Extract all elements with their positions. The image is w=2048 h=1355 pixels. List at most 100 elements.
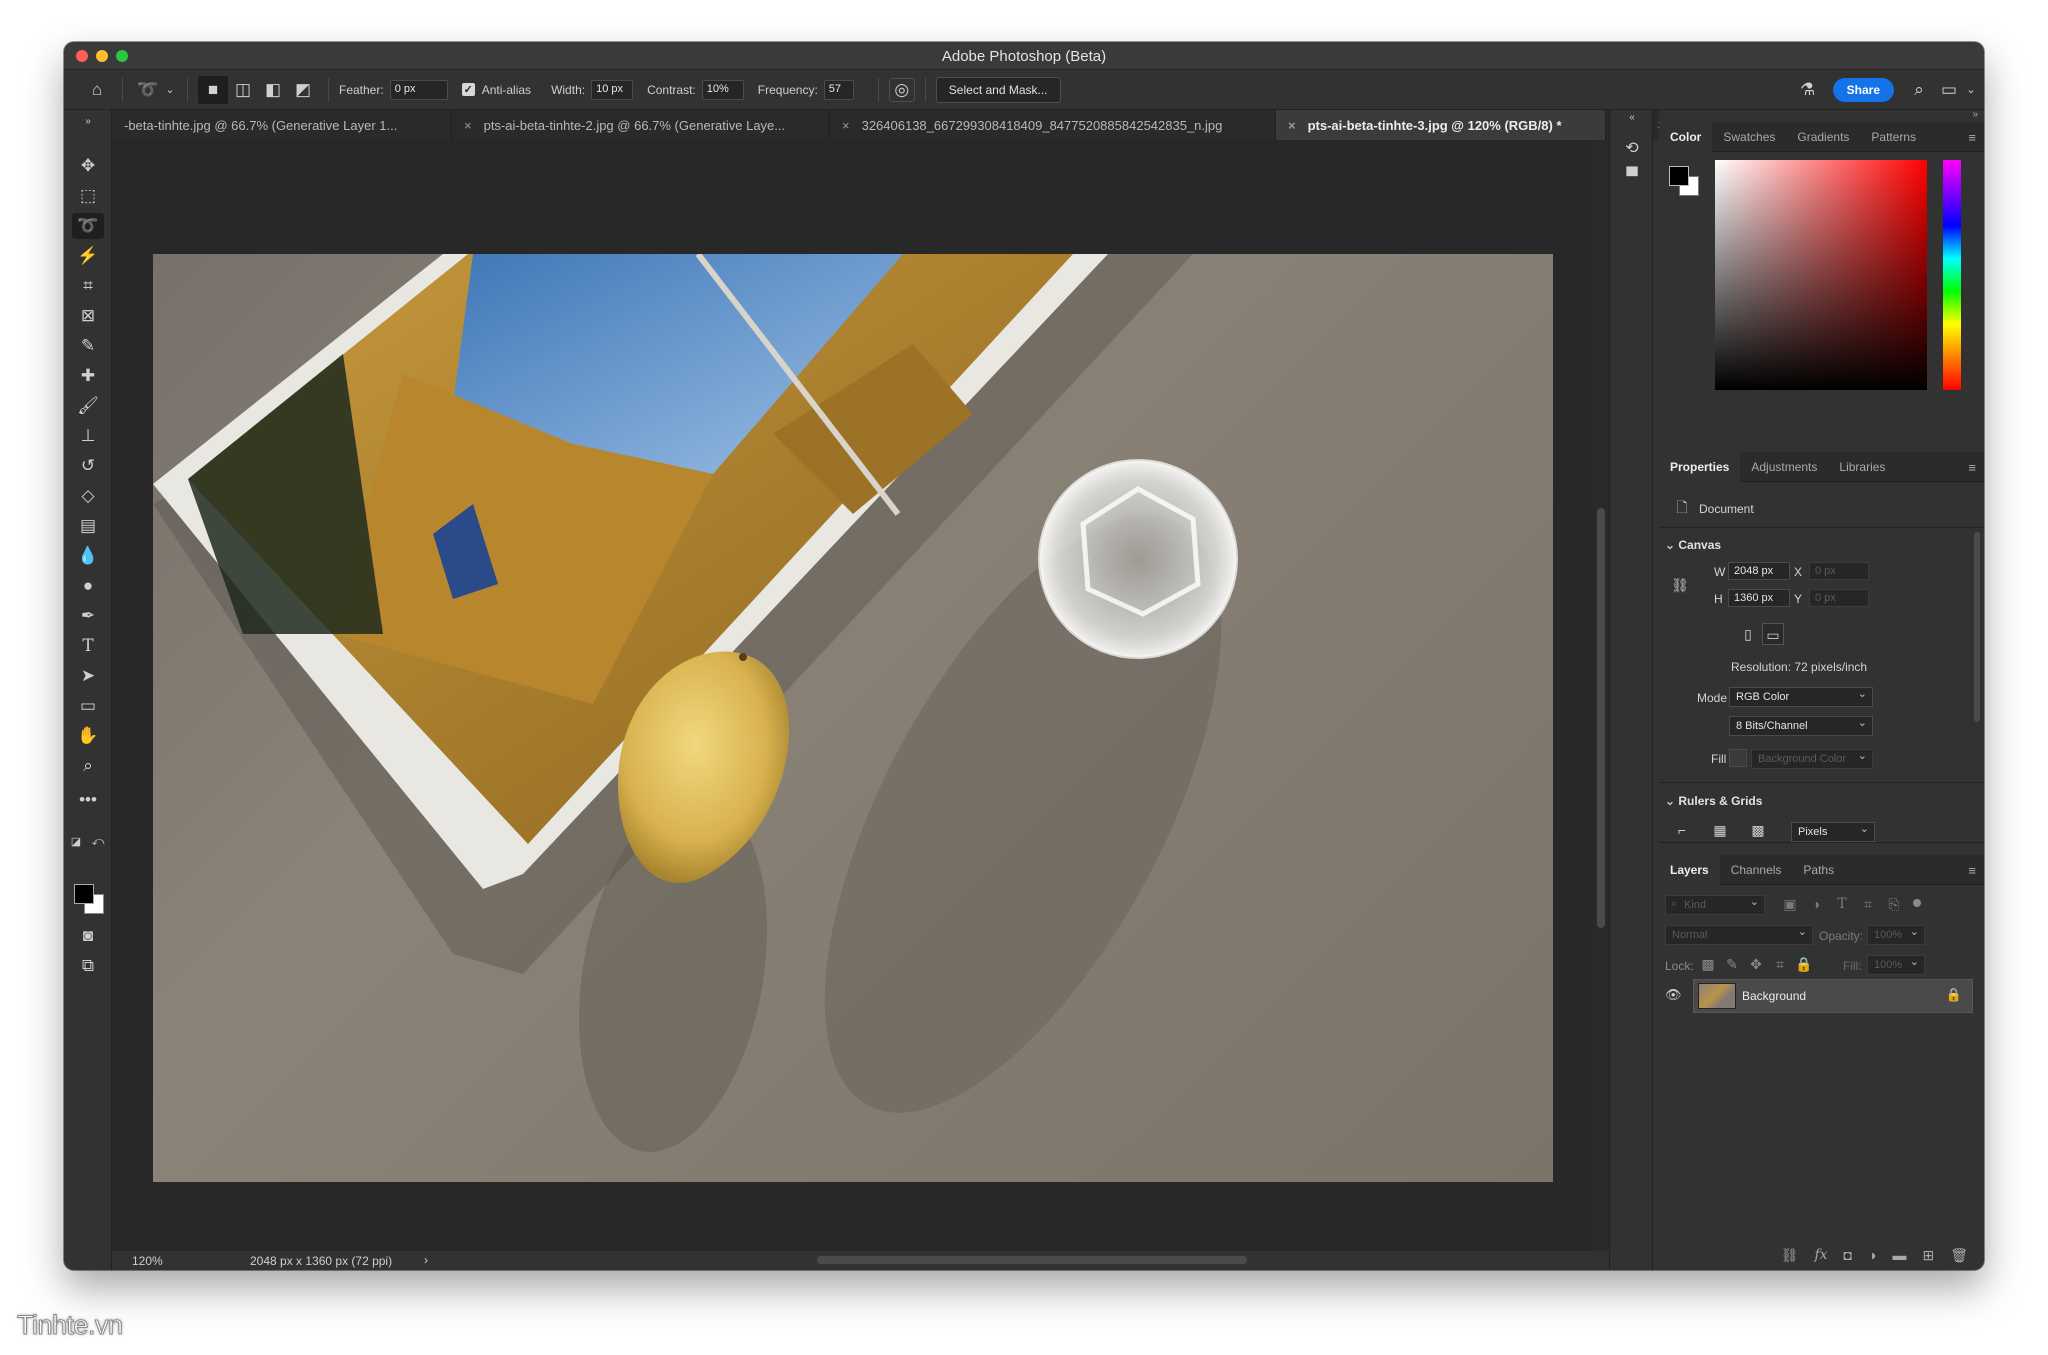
horizontal-scroll-thumb[interactable] (817, 1256, 1247, 1264)
layer-kind-filter[interactable]: ⌕ Kind (1665, 895, 1765, 915)
layer-style-icon[interactable]: fx (1814, 1247, 1827, 1264)
link-dimensions-icon[interactable]: ⛓ (1669, 574, 1691, 596)
rulers-grids-section-header[interactable]: Rulers & Grids (1665, 794, 1762, 808)
tab-doc-4-active[interactable]: × pts-ai-beta-tinhte-3.jpg @ 120% (RGB/8… (1276, 110, 1606, 140)
tab-properties[interactable]: Properties (1659, 451, 1741, 482)
lock-transparency-icon[interactable]: ▩ (1697, 953, 1719, 975)
panel-menu-icon[interactable]: ≡ (1968, 130, 1976, 145)
home-icon[interactable]: ⌂ (82, 76, 112, 104)
vertical-scrollbar[interactable] (1594, 140, 1608, 1251)
quick-mask-icon[interactable]: ◙ (72, 923, 104, 949)
comments-panel-icon[interactable]: ▀ (1620, 168, 1644, 192)
eye-icon[interactable]: 👁 (1665, 987, 1682, 1003)
canvas-width-input[interactable]: 2048 px (1728, 562, 1790, 580)
close-icon[interactable]: × (464, 118, 472, 133)
collapse-panels-icon[interactable]: » (1972, 109, 1978, 120)
antialias-checkbox[interactable]: ✓ (461, 83, 475, 96)
filter-type-icon[interactable]: T (1831, 893, 1853, 915)
zoom-level[interactable]: 120% (132, 1254, 163, 1268)
layer-name[interactable]: Background (1742, 989, 1806, 1003)
swap-colors-icon[interactable]: ⤺ (86, 832, 110, 850)
ruler-units-select[interactable]: Pixels (1791, 822, 1875, 842)
default-colors-icon[interactable]: ◪ (64, 832, 88, 850)
path-selection-tool-icon[interactable]: ➤ (72, 663, 104, 689)
delete-layer-icon[interactable]: 🗑 (1950, 1247, 1968, 1264)
feather-input[interactable]: 0 px (389, 79, 448, 100)
color-swatches[interactable] (74, 884, 108, 918)
tab-color[interactable]: Color (1659, 121, 1713, 152)
tab-adjustments[interactable]: Adjustments (1740, 452, 1828, 482)
properties-scroll-thumb[interactable] (1974, 532, 1980, 722)
landscape-orientation-icon[interactable]: ▭ (1762, 623, 1784, 645)
healing-brush-tool-icon[interactable]: ✚ (72, 363, 104, 389)
close-icon[interactable]: × (842, 118, 850, 133)
color-picker-field[interactable] (1715, 160, 1927, 390)
workspace-chevron-icon[interactable]: ⌄ (1964, 76, 1978, 104)
layer-row[interactable]: Background 🔒 (1693, 979, 1973, 1013)
canvas-height-input[interactable]: 1360 px (1728, 589, 1790, 607)
tab-libraries[interactable]: Libraries (1828, 452, 1896, 482)
grid-icon[interactable]: ▦ (1709, 819, 1731, 841)
width-input[interactable]: 10 px (591, 79, 634, 100)
document-image[interactable] (153, 254, 1553, 1182)
share-button[interactable]: Share (1832, 77, 1894, 102)
tab-swatches[interactable]: Swatches (1712, 122, 1786, 152)
tab-doc-1[interactable]: -beta-tinhte.jpg @ 66.7% (Generative Lay… (112, 110, 452, 140)
intersect-selection-icon[interactable]: ◩ (288, 76, 318, 104)
tab-doc-2[interactable]: × pts-ai-beta-tinhte-2.jpg @ 66.7% (Gene… (452, 110, 830, 140)
history-brush-tool-icon[interactable]: ↺ (72, 453, 104, 479)
marquee-tool-icon[interactable]: ⬚ (72, 183, 104, 209)
add-to-selection-icon[interactable]: ◫ (228, 76, 258, 104)
canvas-section-header[interactable]: Canvas (1665, 538, 1721, 552)
filter-shape-icon[interactable]: ⌗ (1857, 893, 1879, 915)
filter-toggle-icon[interactable] (1913, 899, 1921, 907)
new-layer-icon[interactable]: ⊞ (1922, 1247, 1934, 1264)
filter-pixel-icon[interactable]: ▣ (1779, 893, 1801, 915)
filter-adjustment-icon[interactable]: ◑ (1805, 893, 1827, 915)
history-panel-icon[interactable]: ⟲ (1620, 138, 1644, 162)
tool-preset-chevron-icon[interactable]: ⌄ (163, 76, 177, 104)
canvas-area[interactable] (112, 140, 1639, 1251)
foreground-color-swatch[interactable] (74, 884, 94, 904)
tab-patterns[interactable]: Patterns (1860, 122, 1927, 152)
tab-doc-3[interactable]: × 326406138_667299308418409_847752088584… (830, 110, 1276, 140)
tab-channels[interactable]: Channels (1720, 855, 1793, 885)
tab-gradients[interactable]: Gradients (1786, 122, 1860, 152)
beta-flask-icon[interactable]: ⚗ (1793, 76, 1823, 104)
hand-tool-icon[interactable]: ✋ (72, 723, 104, 749)
crop-tool-icon[interactable]: ⌗ (72, 273, 104, 299)
edit-toolbar-icon[interactable]: ••• (72, 787, 104, 813)
lasso-tool-icon[interactable]: ➰ (72, 213, 104, 239)
status-menu-chevron-icon[interactable]: › (424, 1253, 428, 1267)
pen-pressure-icon[interactable]: ◎ (888, 77, 915, 102)
filter-smart-object-icon[interactable]: ⎘ (1883, 893, 1905, 915)
vertical-scroll-thumb[interactable] (1597, 508, 1605, 928)
hue-slider[interactable] (1943, 160, 1961, 390)
subtract-from-selection-icon[interactable]: ◧ (258, 76, 288, 104)
link-layers-icon[interactable]: ⛓ (1781, 1247, 1799, 1264)
lock-artboard-icon[interactable]: ⌗ (1769, 953, 1791, 975)
lock-all-icon[interactable]: 🔒 (1793, 953, 1815, 975)
new-group-icon[interactable]: ▬ (1892, 1247, 1906, 1264)
search-icon[interactable]: ⌕ (1904, 76, 1934, 104)
panel-menu-icon[interactable]: ≡ (1968, 863, 1976, 878)
collapse-toolbox-icon[interactable]: » (72, 114, 104, 128)
contrast-input[interactable]: 10% (701, 79, 744, 100)
frequency-input[interactable]: 57 (823, 79, 854, 100)
frame-tool-icon[interactable]: ⊠ (72, 303, 104, 329)
magic-wand-tool-icon[interactable]: ⚡ (72, 243, 104, 269)
blur-tool-icon[interactable]: 💧 (72, 543, 104, 569)
eraser-tool-icon[interactable]: ◇ (72, 483, 104, 509)
pen-tool-icon[interactable]: ✒ (72, 603, 104, 629)
add-mask-icon[interactable]: ◘ (1844, 1247, 1852, 1264)
bit-depth-select[interactable]: 8 Bits/Channel (1729, 716, 1873, 736)
brush-tool-icon[interactable]: 🖌 (72, 393, 104, 419)
select-and-mask-button[interactable]: Select and Mask... (935, 76, 1061, 103)
clone-stamp-tool-icon[interactable]: ⊥ (72, 423, 104, 449)
lock-pixels-icon[interactable]: ✎ (1721, 953, 1743, 975)
new-selection-icon[interactable]: ■ (198, 75, 228, 104)
screen-mode-icon[interactable]: ⧉ (72, 953, 104, 979)
color-foreground-swatch[interactable] (1669, 166, 1689, 186)
gradient-tool-icon[interactable]: ▤ (72, 513, 104, 539)
tab-paths[interactable]: Paths (1792, 855, 1845, 885)
